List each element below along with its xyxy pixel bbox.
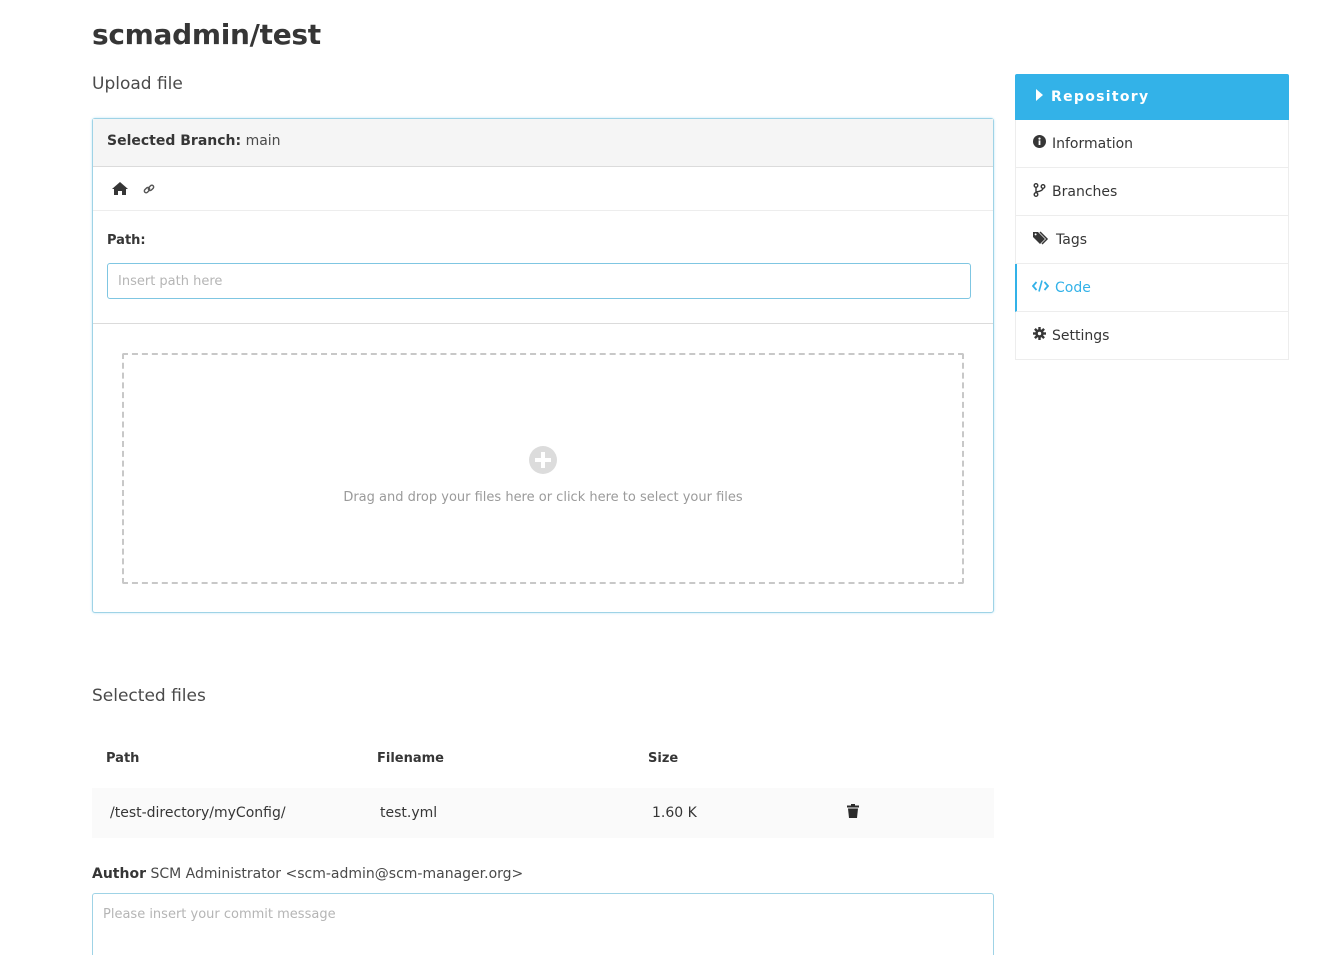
table-row: /test-directory/myConfig/ test.yml 1.60 … [92, 788, 994, 838]
sidebar-heading-label: Repository [1051, 89, 1150, 105]
sidebar-item-tags[interactable]: Tags [1015, 216, 1289, 264]
file-path-cell: /test-directory/myConfig/ [110, 805, 286, 821]
commit-message-input[interactable] [92, 893, 994, 955]
info-circle-icon [1033, 135, 1052, 152]
files-table: Path Filename Size /test-directory/myCon… [92, 740, 994, 838]
sidebar-item-label: Code [1055, 279, 1091, 296]
sidebar-item-label: Tags [1056, 231, 1087, 248]
file-size-cell: 1.60 K [652, 805, 697, 821]
link-icon[interactable] [143, 183, 155, 195]
author-value: SCM Administrator <scm-admin@scm-manager… [150, 866, 524, 882]
path-input[interactable] [107, 263, 971, 299]
sidebar-item-label: Branches [1052, 183, 1118, 200]
sidebar-item-label: Information [1052, 135, 1134, 152]
column-header-size: Size [648, 750, 679, 766]
tags-icon [1033, 230, 1056, 249]
selected-files-title: Selected files [92, 686, 206, 706]
page: scmadmin/test Upload file Selected Branc… [0, 0, 1325, 955]
home-icon[interactable] [111, 181, 129, 196]
sidebar-item-settings[interactable]: Settings [1015, 312, 1289, 360]
code-icon [1031, 279, 1055, 296]
path-label: Path: [107, 233, 146, 248]
author-label: Author [92, 866, 146, 882]
branch-value: main [245, 133, 281, 149]
code-branch-icon [1033, 182, 1052, 201]
caret-right-icon [1036, 89, 1051, 105]
author-line: Author SCM Administrator <scm-admin@scm-… [92, 866, 523, 882]
file-actions-cell [847, 804, 994, 822]
breadcrumb [93, 167, 993, 211]
file-dropzone[interactable]: Drag and drop your files here or click h… [122, 353, 964, 584]
sidebar-item-information[interactable]: Information [1015, 120, 1289, 168]
column-header-filename: Filename [377, 750, 444, 766]
sidebar-item-branches[interactable]: Branches [1015, 168, 1289, 216]
plus-circle-icon [529, 446, 557, 478]
sidebar-item-label: Settings [1052, 327, 1110, 344]
sidebar-heading-repository[interactable]: Repository [1015, 74, 1289, 120]
branch-label: Selected Branch: [107, 133, 242, 149]
branch-bar: Selected Branch: main [93, 119, 993, 167]
column-header-path: Path [106, 750, 140, 766]
sidebar-item-code[interactable]: Code [1015, 264, 1289, 312]
page-title: scmadmin/test [92, 18, 321, 51]
upload-panel: Selected Branch: main Path: Insert path … [92, 118, 994, 613]
path-section: Path: [93, 211, 993, 324]
file-name-cell: test.yml [380, 805, 438, 821]
page-subtitle: Upload file [92, 74, 183, 94]
cog-icon [1033, 327, 1052, 344]
table-header: Path Filename Size [92, 740, 994, 776]
dropzone-text: Drag and drop your files here or click h… [343, 490, 743, 505]
trash-icon[interactable] [847, 804, 859, 822]
repository-sidebar: Repository Information Branches Tags Cod… [1015, 74, 1289, 360]
